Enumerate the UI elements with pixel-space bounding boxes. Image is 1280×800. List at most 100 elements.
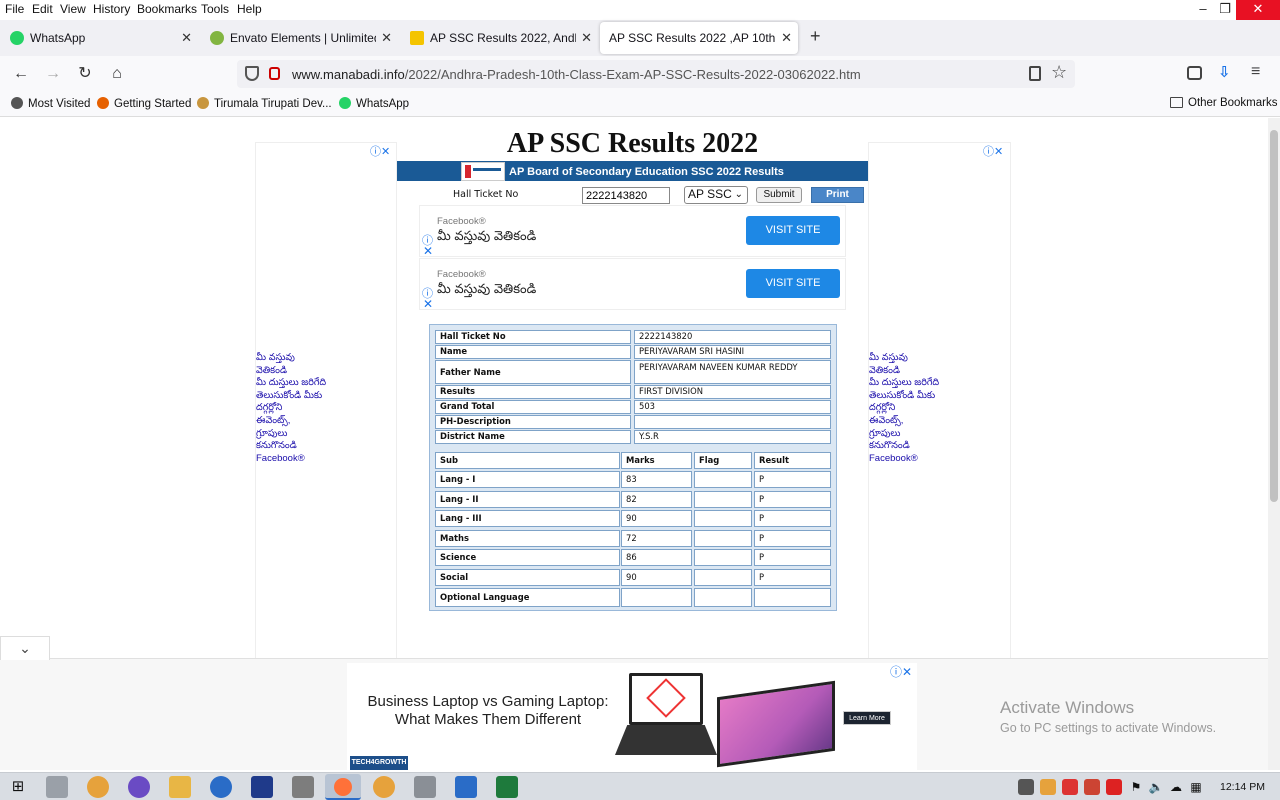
tab-envato[interactable]: Envato Elements | Unlimited Dig ✕ bbox=[202, 22, 398, 54]
insecure-lock-icon[interactable] bbox=[269, 67, 280, 80]
tray-icon[interactable] bbox=[1084, 779, 1100, 795]
chrome-icon[interactable] bbox=[373, 776, 395, 798]
visit-site-button[interactable]: VISIT SITE bbox=[746, 216, 840, 245]
value-grand-total: 503 bbox=[634, 400, 831, 414]
new-tab-button[interactable]: + bbox=[810, 26, 821, 47]
ad-line: కనుగొనండి bbox=[869, 440, 910, 452]
task-view-icon[interactable] bbox=[46, 776, 68, 798]
bookmark-getting-started[interactable]: Getting Started bbox=[97, 97, 191, 110]
tab-close-icon[interactable]: ✕ bbox=[581, 22, 592, 54]
marks-result: P bbox=[754, 530, 831, 547]
home-button[interactable]: ⌂ bbox=[107, 64, 127, 84]
exam-select[interactable]: AP SSC ⌄ bbox=[684, 186, 748, 204]
marks-value: 83 bbox=[621, 471, 692, 488]
ad-line: ఈవెంట్స్, bbox=[256, 414, 291, 426]
tab-label: Envato Elements | Unlimited Dig bbox=[230, 31, 376, 45]
volume-icon[interactable]: 🔈 bbox=[1147, 778, 1165, 796]
menu-history[interactable]: History bbox=[93, 2, 130, 16]
start-button[interactable]: ⊞ bbox=[9, 778, 27, 796]
shield-icon[interactable] bbox=[245, 66, 259, 81]
app-icon[interactable] bbox=[455, 776, 477, 798]
forward-button[interactable]: → bbox=[43, 64, 63, 84]
tab-whatsapp[interactable]: WhatsApp ✕ bbox=[2, 22, 198, 54]
app-icon[interactable] bbox=[292, 776, 314, 798]
menu-view[interactable]: View bbox=[60, 2, 86, 16]
tab-ap-ssc-results-active[interactable]: AP SSC Results 2022 ,AP 10th Class R ✕ bbox=[600, 22, 798, 54]
label-results: Results bbox=[435, 385, 631, 399]
ad-line: మీ దుస్తులు జరిగేది bbox=[869, 377, 940, 389]
ad-line: Facebook® bbox=[869, 452, 918, 464]
firefox-icon bbox=[97, 97, 109, 109]
manabadi-icon bbox=[410, 31, 424, 45]
bottom-banner-ad[interactable]: Business Laptop vs Gaming Laptop: What M… bbox=[347, 663, 917, 773]
banner-title: AP Board of Secondary Education SSC 2022… bbox=[509, 166, 784, 178]
menu-edit[interactable]: Edit bbox=[32, 2, 53, 16]
excel-icon[interactable] bbox=[496, 776, 518, 798]
bookmark-whatsapp[interactable]: WhatsApp bbox=[339, 97, 409, 110]
bookmark-star-icon[interactable]: ☆ bbox=[1051, 62, 1067, 83]
taskbar-clock[interactable]: 12:14 PM bbox=[1220, 781, 1265, 793]
back-button[interactable]: ← bbox=[11, 64, 31, 84]
ad-line: వెతికండి bbox=[256, 364, 287, 376]
app-icon[interactable] bbox=[251, 776, 273, 798]
hall-ticket-input[interactable] bbox=[582, 187, 670, 204]
file-explorer-icon[interactable] bbox=[169, 776, 191, 798]
pocket-icon[interactable] bbox=[1187, 66, 1202, 80]
tray-icon[interactable] bbox=[1040, 779, 1056, 795]
menu-file[interactable]: File bbox=[5, 2, 24, 16]
edge-icon[interactable] bbox=[128, 776, 150, 798]
adchoices-icon[interactable]: ⓘ✕ bbox=[370, 143, 390, 159]
hall-ticket-form: Hall Ticket No AP SSC⌄ Submit Print bbox=[397, 186, 868, 204]
tray-icon[interactable] bbox=[1062, 779, 1078, 795]
tray-icon[interactable] bbox=[1106, 779, 1122, 795]
marks-value: 90 bbox=[621, 569, 692, 586]
bookmark-most-visited[interactable]: Most Visited bbox=[11, 97, 90, 110]
bookmark-tirumala[interactable]: Tirumala Tirupati Dev... bbox=[197, 97, 332, 110]
tab-label: AP SSC Results 2022, Andhra Pra bbox=[430, 31, 576, 45]
onedrive-icon[interactable]: ☁ bbox=[1167, 778, 1185, 796]
adchoices-icon[interactable]: ⓘ✕ bbox=[983, 143, 1003, 159]
close-window-button[interactable]: ✕ bbox=[1236, 0, 1280, 20]
reload-button[interactable]: ↻ bbox=[75, 64, 95, 84]
app-menu-icon[interactable]: ≡ bbox=[1251, 63, 1260, 81]
url-bar[interactable]: www.manabadi.info/2022/Andhra-Pradesh-10… bbox=[237, 60, 1075, 88]
downloads-icon[interactable]: ⇩ bbox=[1218, 63, 1231, 81]
network-icon[interactable]: ▦ bbox=[1187, 778, 1205, 796]
ad-close-icon[interactable]: ✕ bbox=[423, 244, 433, 258]
menu-tools[interactable]: Tools bbox=[201, 2, 229, 16]
tab-close-icon[interactable]: ✕ bbox=[181, 22, 192, 54]
collapse-ad-button[interactable]: ⌄ bbox=[0, 636, 50, 660]
laptop-base-image bbox=[615, 725, 717, 755]
app-icon[interactable] bbox=[414, 776, 436, 798]
ad-close-icon[interactable]: ✕ bbox=[423, 297, 433, 311]
chrome-icon[interactable] bbox=[87, 776, 109, 798]
scrollbar-thumb[interactable] bbox=[1270, 130, 1278, 502]
laptop-image bbox=[629, 673, 703, 725]
marks-flag bbox=[694, 569, 752, 586]
right-side-ad-text[interactable]: మీ వస్తువు వెతికండి మీ దుస్తులు జరిగేది … bbox=[869, 352, 939, 465]
reader-view-icon[interactable] bbox=[1029, 66, 1041, 81]
tab-ap-ssc-results-a[interactable]: AP SSC Results 2022, Andhra Pra ✕ bbox=[402, 22, 598, 54]
internet-explorer-icon[interactable] bbox=[210, 776, 232, 798]
flag-icon[interactable]: ⚑ bbox=[1127, 778, 1145, 796]
left-side-ad-text[interactable]: మీ వస్తువు వెతికండి మీ దుస్తులు జరిగేది … bbox=[256, 352, 326, 465]
vertical-scrollbar[interactable] bbox=[1268, 118, 1280, 770]
other-bookmarks[interactable]: Other Bookmarks bbox=[1170, 97, 1277, 109]
tab-close-icon[interactable]: ✕ bbox=[381, 22, 392, 54]
marks-result: P bbox=[754, 471, 831, 488]
print-button[interactable]: Print bbox=[811, 187, 864, 203]
menu-help[interactable]: Help bbox=[237, 2, 262, 16]
facebook-ad-2[interactable]: Facebook® మీ వస్తువు వెతికండి VISIT SITE… bbox=[419, 258, 846, 311]
submit-button[interactable]: Submit bbox=[756, 187, 802, 203]
tab-close-icon[interactable]: ✕ bbox=[781, 22, 792, 54]
adchoices-icon[interactable]: ⓘ✕ bbox=[890, 663, 913, 680]
facebook-ad-1[interactable]: Facebook® మీ వస్తువు వెతికండి VISIT SITE… bbox=[419, 205, 846, 258]
visit-site-button[interactable]: VISIT SITE bbox=[746, 269, 840, 298]
tray-icon[interactable] bbox=[1018, 779, 1034, 795]
learn-more-button[interactable]: Learn More bbox=[843, 711, 891, 725]
url-text[interactable]: www.manabadi.info/2022/Andhra-Pradesh-10… bbox=[292, 67, 861, 82]
firefox-taskbar-button[interactable] bbox=[325, 774, 361, 800]
ad-line: గ్రూపులు bbox=[869, 427, 901, 439]
menu-bookmarks[interactable]: Bookmarks bbox=[137, 2, 197, 16]
menu-bar: File Edit View History Bookmarks Tools H… bbox=[0, 0, 1280, 20]
